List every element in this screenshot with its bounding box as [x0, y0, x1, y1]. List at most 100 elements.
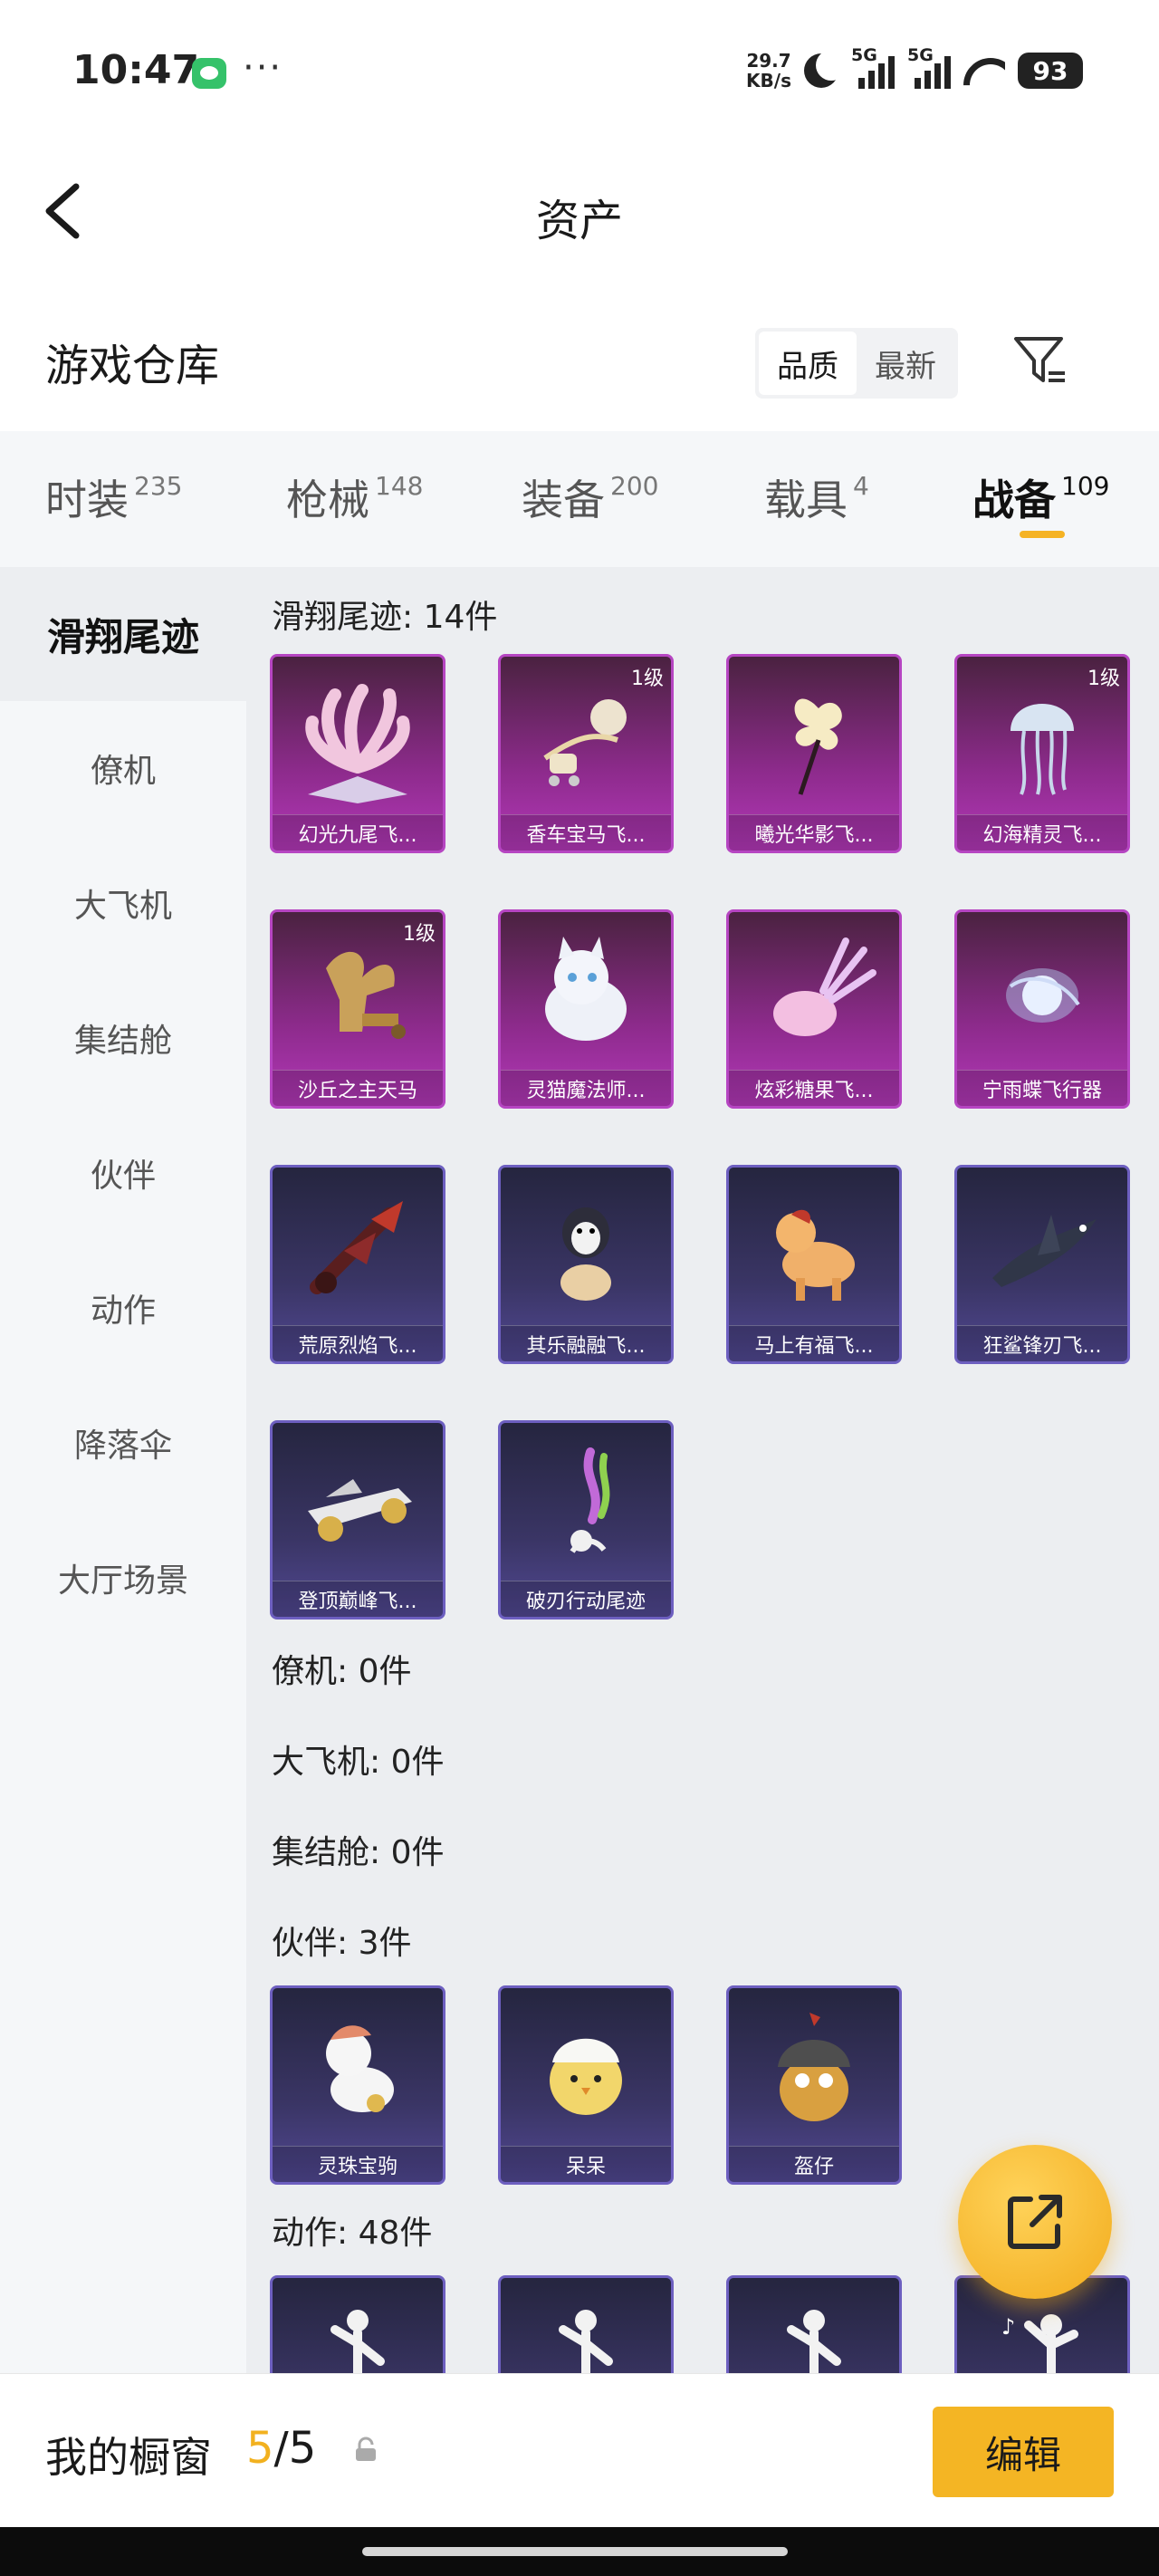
item-card[interactable]: 登顶巅峰飞... [270, 1420, 445, 1620]
item-card[interactable]: 盔仔 [726, 1985, 902, 2185]
item-level-badge: 1级 [631, 668, 664, 690]
candy-icon [773, 937, 876, 1036]
sidebar-item-lobby-scene[interactable]: 大厅场景 [0, 1511, 246, 1645]
page-header: 资产 [0, 145, 1159, 281]
item-name: 破刃行动尾迹 [501, 1581, 671, 1617]
tab-label: 战备 [972, 476, 1056, 524]
cat-icon [545, 937, 627, 1041]
item-card[interactable]: 灵猫魔法师... [498, 909, 674, 1109]
tab-label: 时装 [45, 476, 129, 524]
item-card[interactable]: 荒原烈焰飞... [270, 1165, 445, 1364]
item-card[interactable]: 1级沙丘之主天马 [270, 909, 445, 1109]
flower-icon [794, 698, 842, 795]
tab-count: 4 [853, 471, 869, 501]
sidebar-item-assembly-pod[interactable]: 集结舱 [0, 971, 246, 1105]
showcase-bar: 我的橱窗 5/5 编辑 [0, 2373, 1159, 2527]
network-speed-value: 29.7 [746, 50, 791, 72]
sort-newest-button[interactable]: 最新 [857, 332, 954, 395]
category-tabs: 时装 235 枪械 148 装备 200 载具 4 战备 109 [0, 431, 1159, 567]
warehouse-section-header: 游戏仓库 品质 最新 [0, 299, 1159, 426]
jet-icon [308, 1479, 412, 1542]
sort-toggle: 品质 最新 [755, 328, 958, 399]
item-artwork [501, 912, 671, 1070]
item-card[interactable]: 呆呆 [498, 1985, 674, 2185]
item-artwork [273, 1988, 443, 2146]
chick-icon [550, 2038, 622, 2115]
pony-icon [326, 2025, 394, 2112]
signal-sim2-icon: 5G [907, 45, 951, 89]
item-card[interactable]: 幻光九尾飞... [270, 654, 445, 853]
item-name: 登顶巅峰飞... [273, 1581, 443, 1617]
item-card[interactable] [270, 2275, 445, 2373]
item-card[interactable]: 其乐融融飞... [498, 1165, 674, 1364]
item-name: 曦光华影飞... [729, 814, 899, 851]
home-gesture-bar[interactable] [362, 2547, 788, 2556]
item-name: 炫彩糖果飞... [729, 1070, 899, 1106]
dance-pose-icon [787, 2310, 841, 2373]
item-card[interactable]: 宁雨蝶飞行器 [954, 909, 1130, 1109]
tab-count: 109 [1061, 471, 1110, 501]
shark-icon [992, 1215, 1097, 1287]
item-name: 灵猫魔法师... [501, 1070, 671, 1106]
item-artwork [273, 1168, 443, 1325]
item-card[interactable]: 灵珠宝驹 [270, 1985, 445, 2185]
item-card[interactable]: 狂鲨锋刃飞... [954, 1165, 1130, 1364]
lock-icon [356, 2437, 376, 2461]
flame-wing-icon [310, 1201, 403, 1294]
tab-fashion[interactable]: 时装 235 [45, 467, 182, 527]
item-card[interactable]: 1级 幻海精灵飞... [954, 654, 1130, 853]
item-artwork [273, 1423, 443, 1581]
music-dance-icon: ♪ [1001, 2314, 1078, 2373]
sort-quality-button[interactable]: 品质 [759, 332, 857, 395]
item-artwork [273, 2278, 443, 2373]
item-card[interactable]: 1级香车宝马飞... [498, 654, 674, 853]
item-name: 荒原烈焰飞... [273, 1325, 443, 1361]
edit-button[interactable]: 编辑 [933, 2407, 1114, 2497]
item-card[interactable] [498, 2275, 674, 2373]
group-title-glide-trail: 滑翔尾迹: 14件 [272, 599, 498, 636]
sidebar-item-glide-trail[interactable]: 滑翔尾迹 [0, 567, 246, 701]
tab-equipment[interactable]: 装备 200 [522, 467, 658, 527]
item-card[interactable]: 马上有福飞... [726, 1165, 902, 1364]
item-artwork [501, 1988, 671, 2146]
showcase-title: 我的橱窗 [45, 2433, 212, 2482]
sidebar-item-partner[interactable]: 伙伴 [0, 1106, 246, 1240]
sidebar-item-parachute[interactable]: 降落伞 [0, 1376, 246, 1510]
item-card[interactable]: 曦光华影飞... [726, 654, 902, 853]
network-speed-unit: KB/s [746, 70, 791, 91]
group-title-emote: 动作: 48件 [272, 2215, 433, 2252]
smoke-trail-icon [570, 1447, 610, 1553]
tab-count: 200 [610, 471, 659, 501]
sidebar-item-big-plane[interactable]: 大飞机 [0, 836, 246, 970]
item-card[interactable]: 破刃行动尾迹 [498, 1420, 674, 1620]
item-name: 幻海精灵飞... [957, 814, 1127, 851]
item-card[interactable]: 炫彩糖果飞... [726, 909, 902, 1109]
tab-guns[interactable]: 枪械 148 [286, 467, 423, 527]
item-level-badge: 1级 [403, 923, 436, 946]
item-name: 狂鲨锋刃飞... [957, 1325, 1127, 1361]
svg-text:♪: ♪ [1001, 2314, 1015, 2340]
more-notifications-icon: ··· [243, 47, 283, 89]
tab-battle-gear[interactable]: 战备 109 [972, 467, 1110, 538]
tab-label: 载具 [764, 476, 848, 524]
network-speed: 29.7 KB/s [746, 51, 791, 91]
signal-sim1-icon: 5G [851, 45, 895, 89]
item-name: 沙丘之主天马 [273, 1070, 443, 1106]
dance-pose-icon [330, 2310, 385, 2373]
filter-icon[interactable] [1012, 333, 1068, 389]
item-name: 香车宝马飞... [501, 814, 671, 851]
share-button[interactable] [958, 2145, 1112, 2299]
item-artwork [501, 2278, 671, 2373]
item-card[interactable] [726, 2275, 902, 2373]
sidebar-item-wingman[interactable]: 僚机 [0, 701, 246, 835]
item-name: 宁雨蝶飞行器 [957, 1070, 1127, 1106]
tab-vehicles[interactable]: 载具 4 [764, 467, 869, 527]
group-title-big-plane: 大飞机: 0件 [272, 1744, 445, 1781]
item-name: 呆呆 [501, 2146, 671, 2182]
do-not-disturb-icon [804, 50, 847, 88]
item-artwork [729, 912, 899, 1070]
group-title-wingman: 僚机: 0件 [272, 1653, 412, 1690]
share-external-icon [1008, 2195, 1062, 2249]
item-artwork [729, 1168, 899, 1325]
sidebar-item-emote[interactable]: 动作 [0, 1241, 246, 1375]
